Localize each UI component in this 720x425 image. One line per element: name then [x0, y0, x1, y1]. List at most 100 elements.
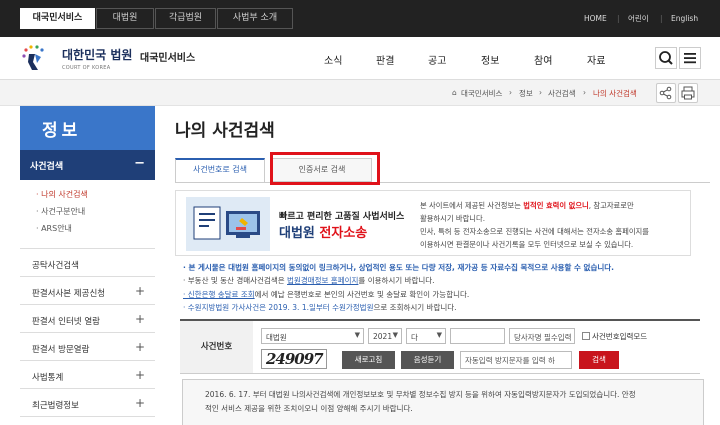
- search-submit-button[interactable]: 검색: [579, 351, 619, 369]
- plus-icon: +: [134, 312, 145, 326]
- tab-courts[interactable]: 각급법원: [155, 8, 216, 29]
- desc-text: 활용하시기 바랍니다.: [420, 214, 486, 223]
- chevron-right-icon: ›: [539, 88, 542, 97]
- english-link[interactable]: English: [671, 0, 698, 37]
- logo-subtitle: COURT OF KOREA: [62, 65, 111, 71]
- search-button[interactable]: [655, 47, 677, 69]
- share-button[interactable]: [656, 83, 676, 103]
- chevron-down-icon: ▼: [392, 331, 398, 339]
- plus-icon: +: [134, 340, 145, 354]
- nav-notices[interactable]: 공고: [428, 52, 446, 67]
- home-link[interactable]: HOME: [584, 0, 607, 37]
- print-button[interactable]: [678, 83, 698, 103]
- sidebar-category-case-search[interactable]: 사건검색 −: [20, 150, 155, 180]
- sidebar-item[interactable]: 사법통계 +: [20, 361, 155, 389]
- banner-tagline: 빠르고 편리한 고품질 사법서비스: [279, 212, 405, 222]
- banner-title: 대법원 전자소송: [279, 222, 367, 241]
- notice-item: · 본 게시물은 대법원 홈페이지의 동의없이 링크하거나, 상업적인 용도 또…: [183, 263, 614, 272]
- chevron-down-icon: ▼: [354, 331, 360, 339]
- search-icon: [659, 51, 673, 65]
- nav-resources[interactable]: 자료: [587, 52, 605, 67]
- refresh-captcha-button[interactable]: 새로고침: [342, 351, 395, 369]
- hamburger-icon: [684, 53, 696, 64]
- sidebar-subitem-case-types[interactable]: · 사건구분안내: [36, 206, 155, 223]
- sidebar-item[interactable]: 공탁사건검색: [20, 249, 155, 277]
- sidebar-item[interactable]: 판결서 방문열람 +: [20, 333, 155, 361]
- menu-button[interactable]: [679, 47, 701, 69]
- checkbox-box[interactable]: [582, 332, 590, 340]
- checkbox-label: 사건번호입력모드: [592, 332, 648, 341]
- chevron-down-icon: ▼: [436, 331, 442, 339]
- divider: [175, 182, 710, 183]
- site-header: 대한민국 법원 COURT OF KOREA 대국민서비스 소식 판결 공고 정…: [0, 37, 720, 80]
- sidebar-subitem-ars[interactable]: · ARS안내: [36, 223, 155, 240]
- court-logo-icon[interactable]: [20, 43, 50, 73]
- sidebar-item-label: 사법통계: [32, 373, 64, 383]
- chevron-right-icon: ›: [583, 88, 586, 97]
- e-litigation-banner[interactable]: 빠르고 편리한 고품질 사법서비스 대법원 전자소송 본 사이트에서 제공된 사…: [175, 190, 691, 256]
- notice-text: 에서 예납 은행번호로 본인의 사건번호 및 송달료 확인이 가능합니다.: [254, 289, 470, 299]
- notice-text: 2016. 6. 17. 부터 대법원 나의사건검색에 개인정보보호 및 무차별…: [205, 390, 636, 399]
- breadcrumb: ⌂ 대국민서비스 › 정보 › 사건검색 › 나의 사건검색: [0, 80, 720, 106]
- party-name-input[interactable]: 당사자명 필수입력: [509, 328, 575, 344]
- year-value: 2021: [373, 332, 393, 341]
- court-select[interactable]: 대법원 ▼: [261, 328, 364, 344]
- notice-line: 2016. 6. 17. 부터 대법원 나의사건검색에 개인정보보호 및 무차별…: [183, 380, 703, 402]
- case-number-label: 사건번호: [180, 321, 253, 373]
- printer-icon: [681, 86, 695, 100]
- audio-captcha-button[interactable]: 음성듣기: [401, 351, 454, 369]
- case-type-value: 다: [411, 333, 418, 342]
- notice-item: · 신한은행 송달료 조회에서 예납 은행번호로 본인의 사건번호 및 송달료 …: [183, 288, 703, 301]
- year-select[interactable]: 2021 ▼: [368, 328, 402, 344]
- tab-case-number-search[interactable]: 사건번호로 검색: [175, 158, 265, 182]
- nav-news[interactable]: 소식: [324, 52, 342, 67]
- highlight-box: [270, 152, 380, 185]
- page-title: 나의 사건검색: [175, 121, 275, 141]
- breadcrumb-item[interactable]: 정보: [519, 88, 533, 99]
- tab-public-service[interactable]: 대국민서비스: [20, 8, 95, 29]
- shinhan-fee-link[interactable]: · 신한은행 송달료 조회: [183, 290, 255, 299]
- top-bar: 대국민서비스 대법원 각급법원 사법부 소개 HOME | 어린이 | Engl…: [0, 0, 720, 37]
- sidebar-item[interactable]: 판결서 인터넷 열람 +: [20, 305, 155, 333]
- banner-title-highlight: 전자소송: [319, 226, 368, 241]
- divider: |: [660, 14, 663, 23]
- case-serial-input[interactable]: [450, 328, 505, 344]
- breadcrumb-item[interactable]: 대국민서비스: [461, 88, 502, 99]
- nav-participation[interactable]: 참여: [534, 52, 552, 67]
- home-icon[interactable]: ⌂: [452, 88, 457, 97]
- case-type-select[interactable]: 다 ▼: [406, 328, 446, 344]
- nav-info[interactable]: 정보: [481, 52, 499, 67]
- tab-supreme-court[interactable]: 대법원: [96, 8, 154, 29]
- collapse-icon[interactable]: −: [134, 156, 145, 171]
- desc-warning: 법적인 효력이 없으니: [523, 201, 589, 210]
- tab-judiciary-intro[interactable]: 사법부 소개: [217, 8, 293, 29]
- breadcrumb-item[interactable]: 사건검색: [548, 88, 576, 99]
- desc-text: 본 사이트에서 제공된 사건정보는: [420, 201, 524, 210]
- chevron-right-icon: ›: [509, 88, 512, 97]
- sidebar-item[interactable]: 판결서사본 제공신청 +: [20, 277, 155, 305]
- number-mode-checkbox[interactable]: 사건번호입력모드: [582, 331, 647, 342]
- auction-site-link[interactable]: 법원경매정보 홈페이지: [287, 276, 358, 285]
- court-value: 대법원: [266, 333, 287, 342]
- notice-text: 를 이용하시기 바랍니다.: [358, 276, 435, 286]
- notice-text: · 부동산 및 동산 경매사건검색은: [183, 276, 288, 286]
- captcha-input[interactable]: 자동입력 방지문자를 입력 하: [460, 351, 572, 369]
- sidebar-item-label: 판결서사본 제공신청: [32, 289, 106, 299]
- divider: |: [617, 14, 620, 23]
- banner-description: 본 사이트에서 제공된 사건정보는 법적인 효력이 없으니, 참고자료로만 활용…: [420, 199, 685, 251]
- case-search-form: 사건번호 대법원 ▼ 2021 ▼ 다 ▼ 당사자명 필수입력 사건번호입력모드 24…: [180, 319, 700, 374]
- desc-text: 민사, 특허 등 전자소송으로 진행되는 사건에 대해서는 전자소송 홈페이지를: [420, 227, 649, 236]
- banner-title-part: 대법원: [279, 226, 320, 241]
- sidebar-subitems: · 나의 사건검색 · 사건구분안내 · ARS안내: [20, 180, 155, 249]
- sidebar-item-label: 판결서 방문열람: [32, 345, 90, 355]
- logo-title[interactable]: 대한민국 법원: [62, 46, 132, 63]
- desc-text: 이용하시면 판결문이나 사건기록을 모두 인터넷으로 보실 수 있습니다.: [420, 240, 634, 249]
- service-name: 대국민서비스: [140, 53, 196, 64]
- sidebar-item[interactable]: 최근법령정보 +: [20, 389, 155, 417]
- nav-judgments[interactable]: 판결: [376, 52, 394, 67]
- captcha-notice-box: 2016. 6. 17. 부터 대법원 나의사건검색에 개인정보보호 및 무차별…: [182, 379, 704, 425]
- kids-link[interactable]: 어린이: [628, 0, 649, 37]
- sidebar-subitem-my-case[interactable]: · 나의 사건검색: [36, 189, 155, 206]
- sidebar: 정보 사건검색 − · 나의 사건검색 · 사건구분안내 · ARS안내 공탁사…: [20, 106, 155, 425]
- desc-text: , 참고자료로만: [588, 201, 634, 210]
